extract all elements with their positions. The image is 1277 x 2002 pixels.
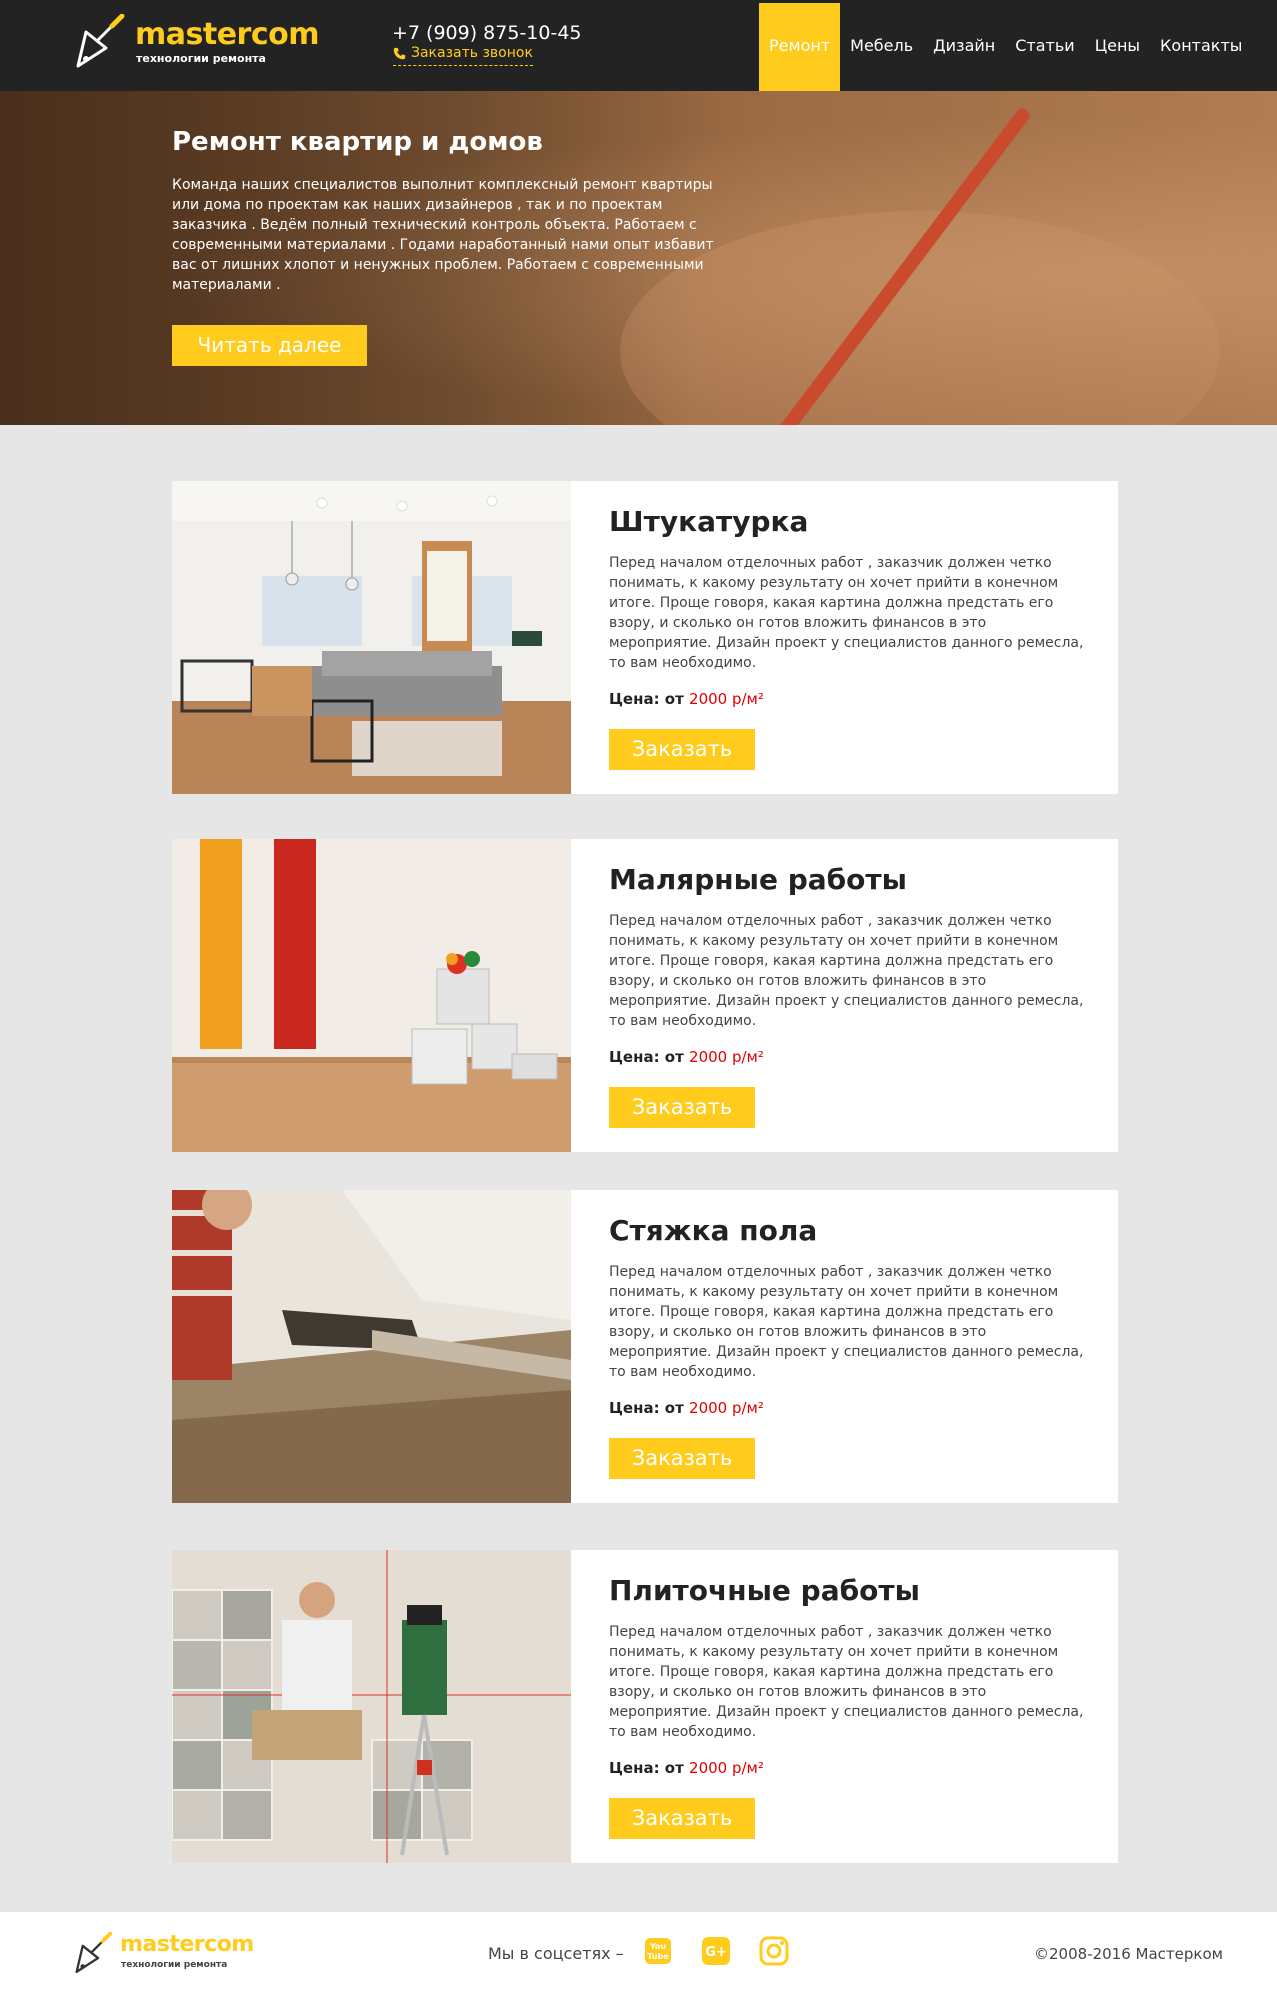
service-image-tiling [172, 1550, 571, 1863]
price-label: Цена: от [609, 1759, 690, 1777]
service-title: Стяжка пола [609, 1214, 818, 1247]
main-nav: Ремонт Мебель Дизайн Статьи Цены Контакт… [759, 3, 1252, 91]
logo[interactable]: mastercom технологии ремонта [72, 14, 320, 74]
service-card: Стяжка пола Перед началом отделочных раб… [172, 1190, 1118, 1503]
service-card: Плиточные работы Перед началом отделочны… [172, 1550, 1118, 1863]
copyright: ©2008-2016 Мастерком [1034, 1945, 1223, 1963]
phone-number[interactable]: +7 (909) 875-10-45 [392, 22, 582, 44]
callback-label: Заказать звонок [411, 45, 533, 61]
svg-text:You: You [649, 1942, 667, 1951]
service-title: Малярные работы [609, 863, 907, 896]
site-footer: mastercom технологии ремонта Мы в соцсет… [0, 1912, 1277, 2002]
logo-subtitle: технологии ремонта [136, 52, 266, 65]
nav-item-remont[interactable]: Ремонт [759, 3, 841, 91]
price-label: Цена: от [609, 1048, 690, 1066]
service-price: Цена: от 2000 р/м² [609, 1048, 764, 1066]
nav-item-kontakty[interactable]: Контакты [1150, 3, 1252, 91]
service-image-floor-screed [172, 1190, 571, 1503]
service-card: Штукатурка Перед началом отделочных рабо… [172, 481, 1118, 794]
order-button[interactable]: Заказать [609, 1087, 755, 1128]
order-button[interactable]: Заказать [609, 1798, 755, 1839]
order-button[interactable]: Заказать [609, 729, 755, 770]
service-price: Цена: от 2000 р/м² [609, 1759, 764, 1777]
read-more-button[interactable]: Читать далее [172, 325, 367, 366]
price-value: 2000 р/м² [689, 1759, 764, 1777]
order-button[interactable]: Заказать [609, 1438, 755, 1479]
trowel-icon [76, 14, 125, 68]
service-description: Перед началом отделочных работ , заказчи… [609, 555, 1084, 671]
service-image-painting [172, 839, 571, 1152]
service-image-living-room [172, 481, 571, 794]
hero-text: Команда наших специалистов выполнит комп… [172, 177, 714, 293]
price-label: Цена: от [609, 1399, 690, 1417]
google-plus-icon[interactable]: G+ [699, 1934, 733, 1968]
price-value: 2000 р/м² [689, 690, 764, 708]
logo-title: mastercom [135, 17, 320, 52]
footer-logo[interactable]: mastercom технологии ремонта [72, 1932, 312, 1982]
site-header: mastercom технологии ремонта +7 (909) 87… [0, 0, 1277, 91]
svg-text:Tube: Tube [647, 1952, 669, 1961]
trowel-icon [75, 1932, 113, 1974]
service-title: Плиточные работы [609, 1574, 920, 1607]
instagram-icon[interactable] [757, 1934, 791, 1968]
service-description: Перед началом отделочных работ , заказчи… [609, 913, 1084, 1029]
footer-logo-title: mastercom [120, 1932, 254, 1957]
service-price: Цена: от 2000 р/м² [609, 690, 764, 708]
service-title: Штукатурка [609, 505, 809, 538]
phone-icon [393, 47, 406, 59]
price-value: 2000 р/м² [689, 1399, 764, 1417]
svg-text:G+: G+ [705, 1945, 727, 1960]
footer-logo-subtitle: технологии ремонта [121, 1960, 228, 1970]
youtube-icon[interactable]: You Tube [641, 1934, 675, 1968]
price-value: 2000 р/м² [689, 1048, 764, 1066]
callback-link[interactable]: Заказать звонок [393, 45, 533, 66]
hero-title: Ремонт квартир и домов [172, 127, 543, 157]
service-description: Перед началом отделочных работ , заказчи… [609, 1264, 1084, 1380]
service-price: Цена: от 2000 р/м² [609, 1399, 764, 1417]
price-label: Цена: от [609, 690, 690, 708]
nav-item-dizain[interactable]: Дизайн [923, 3, 1005, 91]
hero-banner: Ремонт квартир и домов Команда наших спе… [0, 91, 1277, 425]
nav-item-tseny[interactable]: Цены [1085, 3, 1150, 91]
service-description: Перед началом отделочных работ , заказчи… [609, 1624, 1084, 1740]
nav-item-stati[interactable]: Статьи [1005, 3, 1084, 91]
social-label: Мы в соцсетях – [488, 1944, 624, 1963]
service-card: Малярные работы Перед началом отделочных… [172, 839, 1118, 1152]
nav-item-mebel[interactable]: Мебель [840, 3, 923, 91]
